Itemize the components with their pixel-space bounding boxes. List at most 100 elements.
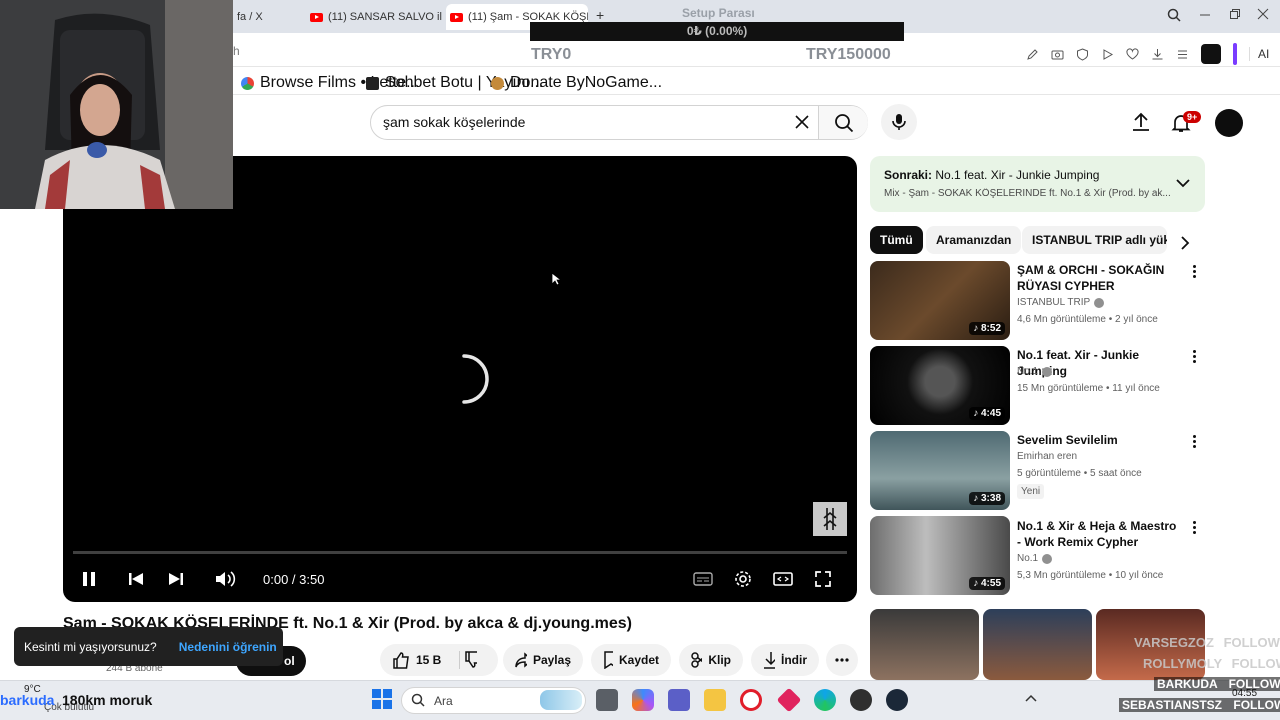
video-meta: 15 Mn görüntüleme • 11 yıl önce xyxy=(1017,383,1160,394)
search-input[interactable]: şam sokak köşelerinde xyxy=(383,114,525,130)
channel-label: No.1 xyxy=(1017,366,1039,377)
steam-icon[interactable] xyxy=(886,689,908,711)
shorts-thumbnail[interactable] xyxy=(870,609,979,680)
up-next-card[interactable] xyxy=(870,156,1205,212)
channel-watermark-icon[interactable] xyxy=(813,502,847,536)
new-tab-button[interactable]: + xyxy=(596,7,604,23)
tab-label: fa / X xyxy=(237,11,263,23)
camera-icon[interactable] xyxy=(1051,48,1064,61)
close-window-icon[interactable] xyxy=(1257,8,1269,20)
address-text[interactable]: h xyxy=(233,44,240,58)
windows-start-icon[interactable] xyxy=(372,689,392,709)
loading-spinner-icon xyxy=(462,354,489,404)
scissors-icon xyxy=(691,652,703,668)
subtitles-button[interactable] xyxy=(692,569,714,589)
verified-icon xyxy=(1094,297,1105,308)
video-thumbnail[interactable]: ♪ 8:52 xyxy=(870,261,1010,340)
shorts-thumbnail[interactable] xyxy=(983,609,1092,680)
copilot-icon[interactable] xyxy=(632,689,654,711)
chip-uploader[interactable]: ISTANBUL TRIP adlı yük xyxy=(1022,226,1167,254)
chip-from-search[interactable]: Aramanızdan xyxy=(926,226,1022,254)
obs-icon[interactable] xyxy=(850,689,872,711)
restore-icon[interactable] xyxy=(1229,8,1241,20)
share-button[interactable]: Paylaş xyxy=(503,644,583,676)
search-tabs-icon[interactable] xyxy=(1167,8,1181,22)
video-meta: 4,6 Mn görüntüleme • 2 yıl önce xyxy=(1017,314,1158,325)
follow-action: FOLLOW xyxy=(1233,698,1280,712)
webcam-overlay xyxy=(0,0,233,209)
video-title[interactable]: ŞAM & ORCHI - SOKAĞIN RÜYASI CYPHER xyxy=(1017,262,1182,294)
bookmark-donate[interactable]: Donate ByNoGame... xyxy=(491,74,662,92)
upload-icon[interactable] xyxy=(1131,112,1151,132)
duration-text: 8:52 xyxy=(980,323,1001,334)
extension-icon[interactable] xyxy=(1201,44,1221,64)
account-avatar[interactable] xyxy=(1215,109,1243,137)
up-next-label: Sonraki: xyxy=(884,168,933,182)
video-duration: ♪ 3:38 xyxy=(969,492,1005,505)
video-thumbnail[interactable]: ♪ 4:45 xyxy=(870,346,1010,425)
verified-icon xyxy=(1042,366,1053,377)
video-thumbnail[interactable]: ♪ 3:38 xyxy=(870,431,1010,510)
more-vertical-icon[interactable] xyxy=(1193,350,1197,365)
more-vertical-icon[interactable] xyxy=(1193,435,1197,450)
save-button[interactable]: Kaydet xyxy=(591,644,671,676)
shield-icon[interactable] xyxy=(1076,47,1089,61)
learn-why-link[interactable]: Nedenini öğrenin xyxy=(179,640,277,654)
chevron-right-icon[interactable] xyxy=(1180,236,1190,250)
download-button[interactable]: İndir xyxy=(751,644,819,676)
search-button[interactable] xyxy=(818,106,868,139)
theater-mode-button[interactable] xyxy=(772,569,794,589)
tab-x[interactable]: fa / X xyxy=(233,6,303,28)
channel-label: No.1 xyxy=(1017,553,1039,564)
streamer-webcam-image xyxy=(0,0,233,209)
task-view-icon[interactable] xyxy=(596,689,618,711)
file-explorer-icon[interactable] xyxy=(704,689,726,711)
fullscreen-button[interactable] xyxy=(812,569,834,589)
chevron-up-icon[interactable] xyxy=(1025,694,1037,702)
minimize-icon[interactable] xyxy=(1199,8,1211,20)
heart-icon[interactable] xyxy=(1126,47,1139,61)
volume-button[interactable] xyxy=(215,569,237,589)
chip-all[interactable]: Tümü xyxy=(870,226,923,254)
film-icon xyxy=(241,76,254,90)
play-icon[interactable] xyxy=(1101,48,1114,61)
follower-name: ROLLYMOLY xyxy=(1143,656,1222,671)
video-title[interactable]: No.1 & Xir & Heja & Maestro - Work Remix… xyxy=(1017,518,1182,550)
previous-button[interactable] xyxy=(125,569,147,589)
chevron-down-icon[interactable] xyxy=(1176,178,1190,188)
share-label: Paylaş xyxy=(532,653,571,667)
more-actions-button[interactable] xyxy=(826,644,858,676)
channel-name[interactable]: Emirhan eren xyxy=(1017,451,1077,462)
edge-icon[interactable] xyxy=(814,689,836,711)
dislike-icon[interactable] xyxy=(459,651,478,669)
more-vertical-icon[interactable] xyxy=(1193,265,1197,280)
clip-button[interactable]: Klip xyxy=(679,644,743,676)
video-title[interactable]: Sevelim Sevilelim xyxy=(1017,432,1182,448)
download-icon[interactable] xyxy=(1151,48,1164,61)
menu-icon[interactable] xyxy=(1176,48,1189,61)
like-count[interactable]: 15 B xyxy=(416,653,441,667)
next-button[interactable] xyxy=(165,569,187,589)
opera-icon[interactable] xyxy=(740,689,762,711)
channel-name[interactable]: No.1 xyxy=(1017,553,1053,564)
video-thumbnail[interactable]: ♪ 4:55 xyxy=(870,516,1010,595)
voice-search-button[interactable] xyxy=(881,104,917,140)
browser-toolbar: AI xyxy=(1026,43,1269,65)
like-icon[interactable] xyxy=(392,651,410,669)
save-label: Kaydet xyxy=(618,653,659,667)
clear-search-icon[interactable] xyxy=(794,114,810,130)
up-next-heading: Sonraki: No.1 feat. Xir - Junkie Jumping xyxy=(884,168,1099,182)
settings-button[interactable] xyxy=(732,569,754,589)
video-progress-bar[interactable] xyxy=(73,551,847,554)
more-vertical-icon[interactable] xyxy=(1193,521,1197,536)
ai-button[interactable]: AI xyxy=(1249,47,1269,61)
teams-icon[interactable] xyxy=(668,689,690,711)
bookmark-label: Donate ByNoGame... xyxy=(510,74,663,91)
channel-name[interactable]: ISTANBUL TRIP xyxy=(1017,297,1105,308)
channel-name[interactable]: No.1 xyxy=(1017,366,1053,377)
clip-label: Klip xyxy=(708,653,731,667)
edit-icon[interactable] xyxy=(1026,48,1039,61)
search-icon xyxy=(411,693,425,707)
pause-button[interactable] xyxy=(78,569,100,589)
tab-sansar-salvo[interactable]: (11) SANSAR SALVO ile 'B xyxy=(306,6,442,28)
